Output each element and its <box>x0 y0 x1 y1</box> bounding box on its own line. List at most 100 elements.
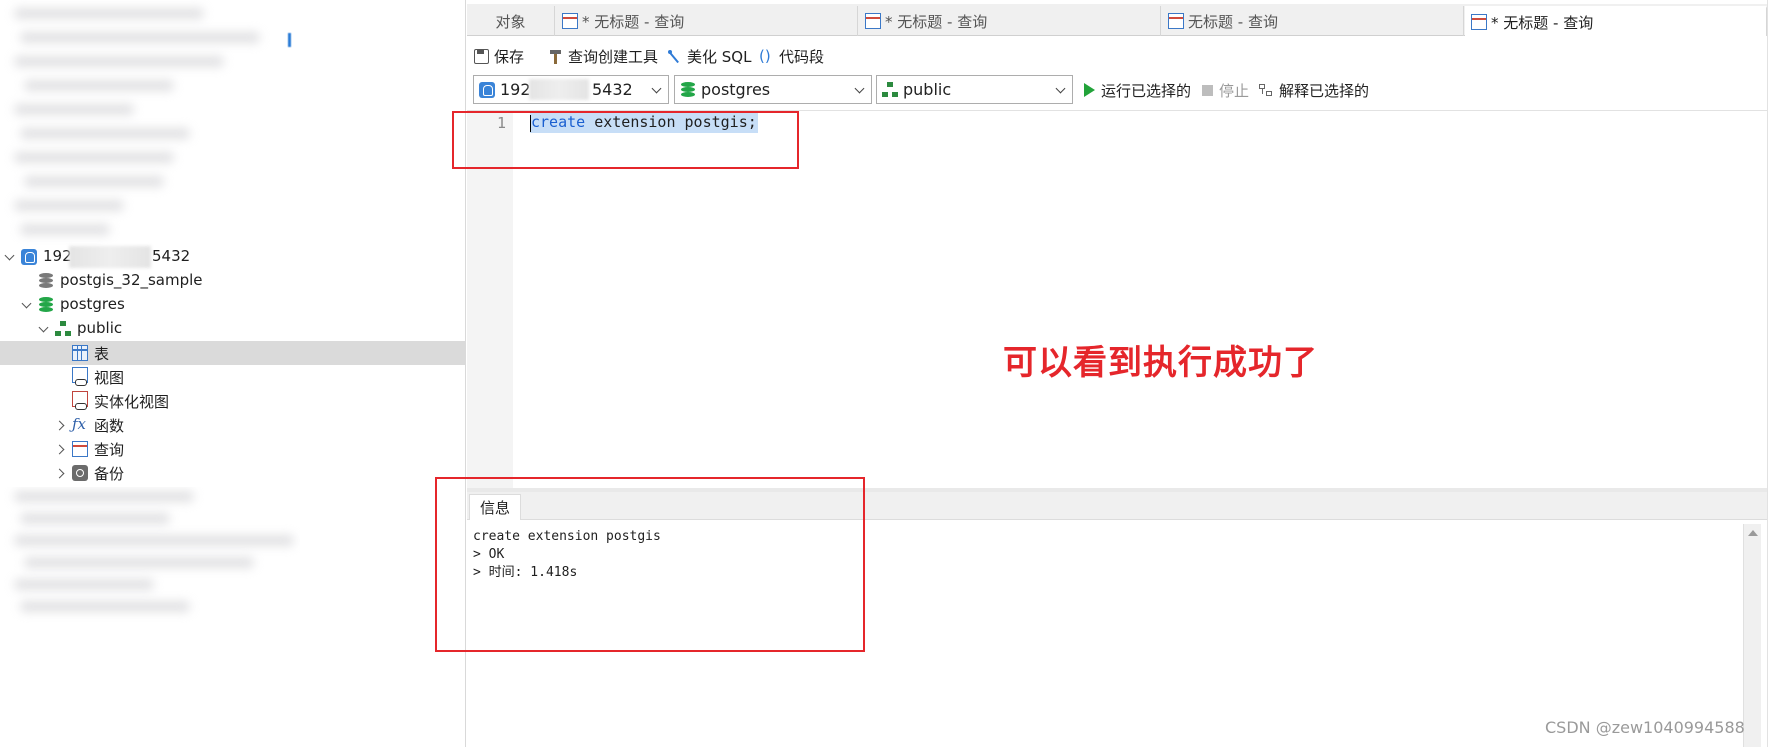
chevron-down-icon[interactable] <box>21 299 33 311</box>
snippet-label: 代码段 <box>779 47 825 66</box>
beautify-label: 美化 SQL <box>687 47 752 66</box>
beautify-sql-button[interactable]: 美化 SQL <box>667 44 751 68</box>
chevron-down-icon[interactable] <box>38 323 50 335</box>
database-select-value: postgres <box>701 80 771 99</box>
save-icon <box>474 48 489 64</box>
run-selected-label: 运行已选择的 <box>1101 81 1192 100</box>
schema-select[interactable]: public <box>876 75 1073 104</box>
play-icon <box>1084 83 1095 97</box>
server-select-suffix: 5432 <box>592 80 633 99</box>
query-icon <box>1471 14 1487 30</box>
selection-accent <box>288 33 291 47</box>
schema-select-value: public <box>903 80 952 99</box>
chevron-down-icon[interactable] <box>4 251 16 263</box>
query-icon <box>1168 13 1184 29</box>
tree-item-label: public <box>77 319 123 337</box>
panel-edge <box>1767 0 1775 747</box>
tree-node-backups[interactable]: 备份 <box>0 461 466 485</box>
stop-label: 停止 <box>1219 81 1250 100</box>
redacted-ip-mask <box>529 79 589 100</box>
save-label: 保存 <box>494 47 525 66</box>
tree-item-label: 表 <box>94 345 110 363</box>
function-icon: ƒx <box>72 415 87 433</box>
chevron-right-icon[interactable] <box>56 443 68 455</box>
explain-selected-label: 解释已选择的 <box>1279 81 1370 100</box>
stop-icon <box>1202 84 1213 96</box>
blurred-tree-region <box>0 487 300 637</box>
chevron-down-icon <box>1055 83 1066 94</box>
server-select-prefix: 192 <box>500 80 531 99</box>
database-icon <box>38 273 54 289</box>
watermark: CSDN @zew1040994588 <box>1545 718 1745 737</box>
server-icon <box>21 249 37 265</box>
run-selected-button[interactable]: 运行已选择的 <box>1084 79 1191 101</box>
explain-icon <box>1259 83 1274 98</box>
materialized-view-icon <box>72 391 88 410</box>
code-snippet-button[interactable]: () 代码段 <box>759 44 824 68</box>
tab-query-1[interactable]: * 无标题 - 查询 <box>556 6 858 36</box>
tab-label: 对象 <box>495 12 526 31</box>
tab-bar: 对象 * 无标题 - 查询 * 无标题 - 查询 无标题 - 查询 * 无标题 … <box>467 4 1767 36</box>
table-icon <box>72 345 88 361</box>
tab-label: * 无标题 - 查询 <box>582 12 685 31</box>
tab-label: * 无标题 - 查询 <box>885 12 988 31</box>
tab-query-3[interactable]: 无标题 - 查询 <box>1162 6 1464 36</box>
tree-node-views[interactable]: 视图 <box>0 365 466 389</box>
tree-database-postgres[interactable]: postgres <box>0 293 466 317</box>
tab-query-2[interactable]: * 无标题 - 查询 <box>859 6 1161 36</box>
redacted-ip-mask <box>69 246 151 268</box>
navigation-panel: 192 5432 postgis_32_sample postgres publ… <box>0 0 466 747</box>
tree-server-connection[interactable]: 192 5432 <box>0 245 466 269</box>
database-select[interactable]: postgres <box>674 75 872 104</box>
connection-bar: 192 5432 postgres public 运行已选择的 停止 解释已选择… <box>467 75 1767 105</box>
stop-button[interactable]: 停止 <box>1202 79 1249 101</box>
tree-item-label: 函数 <box>94 417 125 435</box>
tree-item-label: 查询 <box>94 441 125 459</box>
chevron-right-icon[interactable] <box>56 467 68 479</box>
tree-item-label: 实体化视图 <box>94 393 170 411</box>
annotation-box-editor <box>452 111 799 169</box>
tree-node-materialized-views[interactable]: 实体化视图 <box>0 389 466 413</box>
vertical-scrollbar[interactable] <box>1743 524 1761 747</box>
tree-node-tables[interactable]: 表 <box>0 341 466 365</box>
blurred-tree-region <box>0 0 300 248</box>
annotation-text: 可以看到执行成功了 <box>1003 343 1318 383</box>
tree-item-label: postgres <box>60 295 125 313</box>
query-builder-label: 查询创建工具 <box>568 47 659 66</box>
server-select[interactable]: 192 5432 <box>473 75 669 104</box>
query-builder-button[interactable]: 查询创建工具 <box>548 44 658 68</box>
server-ip-prefix: 192 <box>43 247 72 265</box>
chevron-down-icon <box>651 83 662 94</box>
server-icon <box>479 81 495 98</box>
database-icon <box>38 297 54 313</box>
chevron-down-icon <box>854 83 865 94</box>
tree-item-label: 视图 <box>94 369 125 387</box>
tree-item-label: postgis_32_sample <box>60 271 203 289</box>
schema-icon <box>882 81 898 98</box>
query-icon <box>562 13 578 29</box>
tree-node-functions[interactable]: ƒx 函数 <box>0 413 466 437</box>
tree-item-label: 备份 <box>94 465 125 483</box>
tree-database-postgis-sample[interactable]: postgis_32_sample <box>0 269 466 293</box>
tab-objects[interactable]: 对象 <box>467 6 555 36</box>
hammer-icon <box>548 49 563 64</box>
backup-icon <box>72 465 88 481</box>
tree-schema-public[interactable]: public <box>0 317 466 341</box>
annotation-box-result <box>435 477 865 652</box>
tab-label: 无标题 - 查询 <box>1188 12 1278 31</box>
tree-node-queries[interactable]: 查询 <box>0 437 466 461</box>
database-icon <box>680 81 696 98</box>
editor-toolbar: 保存 查询创建工具 美化 SQL () 代码段 <box>467 40 1767 74</box>
query-icon <box>72 441 88 457</box>
tab-query-active[interactable]: * 无标题 - 查询 <box>1465 6 1767 36</box>
save-button[interactable]: 保存 <box>474 44 524 68</box>
query-icon <box>865 13 881 29</box>
schema-icon <box>55 321 71 337</box>
explain-selected-button[interactable]: 解释已选择的 <box>1259 79 1369 101</box>
tab-label: * 无标题 - 查询 <box>1491 13 1594 32</box>
server-port: 5432 <box>152 247 191 265</box>
parentheses-icon: () <box>759 46 771 65</box>
chevron-right-icon[interactable] <box>56 419 68 431</box>
view-icon <box>72 367 88 386</box>
magic-wand-icon <box>667 49 682 64</box>
